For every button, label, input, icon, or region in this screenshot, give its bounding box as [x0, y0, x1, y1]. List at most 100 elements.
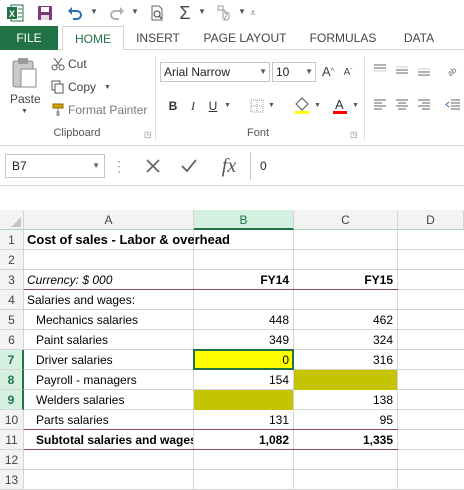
- cell-b8[interactable]: 154: [194, 370, 293, 390]
- cell-b4[interactable]: [194, 290, 293, 310]
- font-name-combo[interactable]: Arial Narrow ▼: [160, 62, 270, 82]
- underline-button[interactable]: U: [204, 97, 222, 115]
- cell-c13[interactable]: [294, 470, 397, 490]
- row-header[interactable]: 2: [0, 250, 24, 270]
- borders-dropdown-caret[interactable]: ▼: [268, 102, 275, 109]
- row-header[interactable]: 10: [0, 410, 24, 430]
- column-header-b[interactable]: B: [194, 210, 294, 230]
- row-header[interactable]: 3: [0, 270, 24, 290]
- cell-a9[interactable]: Welders salaries: [24, 390, 193, 410]
- cell-a4[interactable]: Salaries and wages:: [24, 290, 193, 310]
- row-header[interactable]: 9: [0, 390, 24, 410]
- align-top-icon[interactable]: [372, 62, 388, 78]
- formula-input[interactable]: 0: [250, 152, 464, 180]
- bold-button[interactable]: B: [164, 97, 182, 115]
- tab-file[interactable]: FILE: [0, 26, 58, 50]
- cell-c4[interactable]: [294, 290, 397, 310]
- paste-icon[interactable]: [8, 56, 40, 90]
- cell-c6[interactable]: 324: [294, 330, 397, 350]
- cell-c2[interactable]: [294, 250, 397, 270]
- cell-c7[interactable]: 316: [294, 350, 397, 370]
- column-header-c[interactable]: C: [294, 210, 398, 230]
- save-icon[interactable]: [34, 3, 56, 23]
- confirm-entry-icon[interactable]: [176, 154, 202, 178]
- cell-c12[interactable]: [294, 450, 397, 470]
- copy-icon[interactable]: [50, 79, 66, 95]
- cell-c5[interactable]: 462: [294, 310, 397, 330]
- tab-home[interactable]: HOME: [62, 26, 124, 51]
- tab-insert[interactable]: INSERT: [130, 26, 186, 50]
- column-header-a[interactable]: A: [24, 210, 194, 230]
- borders-icon[interactable]: [248, 97, 266, 115]
- font-launcher-icon[interactable]: ◳: [350, 130, 358, 139]
- tab-page-layout[interactable]: PAGE LAYOUT: [198, 26, 292, 50]
- clipboard-launcher-icon[interactable]: ◳: [144, 130, 152, 139]
- cut-icon[interactable]: [50, 56, 66, 72]
- shrink-font-icon[interactable]: Aˇ: [340, 64, 356, 80]
- align-bottom-icon[interactable]: [416, 62, 432, 78]
- tab-formulas[interactable]: FORMULAS: [304, 26, 382, 50]
- cell-b1[interactable]: [194, 230, 293, 250]
- insert-function-button[interactable]: fx: [214, 152, 244, 180]
- touch-mode-dropdown-caret[interactable]: ▼: [238, 7, 246, 16]
- cell-b11[interactable]: 1,082: [194, 430, 293, 450]
- cell-a6[interactable]: Paint salaries: [24, 330, 193, 350]
- print-preview-icon[interactable]: [146, 3, 168, 23]
- cell-c10[interactable]: 95: [294, 410, 397, 430]
- redo-icon[interactable]: [106, 3, 128, 23]
- undo-dropdown-caret[interactable]: ▼: [90, 7, 98, 16]
- cell-a1[interactable]: Cost of sales - Labor & overhead: [24, 230, 230, 250]
- cell-b13[interactable]: [194, 470, 293, 490]
- font-color-icon[interactable]: A: [330, 95, 350, 115]
- cell-c3[interactable]: FY15: [294, 270, 397, 290]
- row-header[interactable]: 11: [0, 430, 24, 450]
- font-size-combo[interactable]: 10 ▼: [272, 62, 316, 82]
- cell-a7[interactable]: Driver salaries: [24, 350, 193, 370]
- format-painter-button[interactable]: Format Painter: [68, 103, 147, 117]
- paste-button[interactable]: Paste: [10, 92, 41, 106]
- copy-dropdown-caret[interactable]: ▼: [104, 84, 111, 91]
- cell-a13[interactable]: [24, 470, 193, 490]
- decrease-indent-icon[interactable]: [444, 97, 462, 113]
- cell-a5[interactable]: Mechanics salaries: [24, 310, 193, 330]
- name-box[interactable]: B7 ▼: [5, 154, 105, 178]
- autosum-dropdown-caret[interactable]: ▼: [198, 7, 206, 16]
- italic-button[interactable]: I: [184, 97, 202, 115]
- cell-b2[interactable]: [194, 250, 293, 270]
- underline-dropdown-caret[interactable]: ▼: [224, 102, 231, 109]
- customize-qat-icon[interactable]: ⩡: [246, 3, 260, 23]
- cell-b3[interactable]: FY14: [194, 270, 293, 290]
- autosum-icon[interactable]: Σ: [174, 3, 196, 23]
- cut-button[interactable]: Cut: [68, 57, 87, 71]
- cell-a2[interactable]: [24, 250, 193, 270]
- cell-a10[interactable]: Parts salaries: [24, 410, 193, 430]
- cell-c11[interactable]: 1,335: [294, 430, 397, 450]
- cell-b5[interactable]: 448: [194, 310, 293, 330]
- row-header[interactable]: 13: [0, 470, 24, 490]
- cell-b6[interactable]: 349: [194, 330, 293, 350]
- cell-b12[interactable]: [194, 450, 293, 470]
- cell-a8[interactable]: Payroll - managers: [24, 370, 193, 390]
- row-header[interactable]: 12: [0, 450, 24, 470]
- paste-dropdown-caret[interactable]: ▼: [21, 108, 28, 115]
- align-center-icon[interactable]: [394, 97, 410, 113]
- copy-button[interactable]: Copy: [68, 80, 96, 94]
- touch-mode-icon[interactable]: [214, 3, 236, 23]
- column-header-d[interactable]: D: [398, 210, 464, 230]
- orientation-icon[interactable]: ab: [444, 60, 462, 78]
- cell-a11[interactable]: Subtotal salaries and wages: [24, 430, 193, 450]
- cell-b10[interactable]: 131: [194, 410, 293, 430]
- cell-a3[interactable]: Currency: $ 000: [24, 270, 193, 290]
- fill-color-dropdown-caret[interactable]: ▼: [314, 102, 321, 109]
- align-left-icon[interactable]: [372, 97, 388, 113]
- cell-c8[interactable]: [294, 370, 397, 390]
- row-header[interactable]: 4: [0, 290, 24, 310]
- cell-a12[interactable]: [24, 450, 193, 470]
- align-right-icon[interactable]: [416, 97, 432, 113]
- row-header[interactable]: 1: [0, 230, 24, 250]
- row-header[interactable]: 8: [0, 370, 24, 390]
- undo-icon[interactable]: [64, 3, 86, 23]
- cell-b9[interactable]: [194, 390, 293, 410]
- row-header[interactable]: 6: [0, 330, 24, 350]
- row-header[interactable]: 5: [0, 310, 24, 330]
